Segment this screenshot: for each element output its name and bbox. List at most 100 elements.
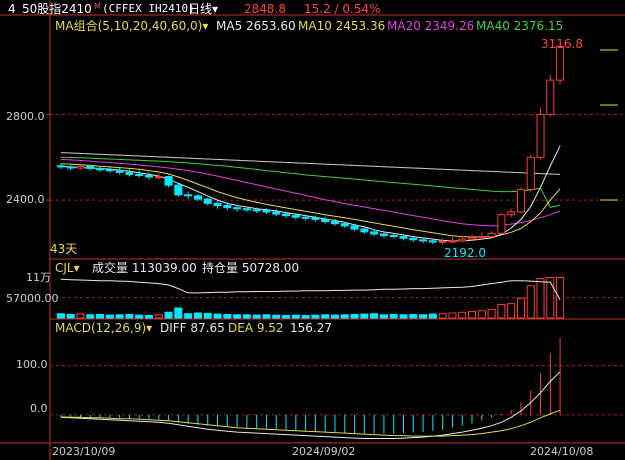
volume-bar [233, 314, 242, 319]
candle-body [389, 235, 398, 238]
macd-dropdown-icon: ▾ [146, 321, 153, 335]
date-axis-label-mid: 2024/09/02 [292, 445, 356, 458]
volume-bar [438, 313, 447, 319]
volume-bar [467, 311, 477, 319]
candle-body [301, 216, 310, 219]
date-axis-label-end: 2024/10/08 [530, 445, 594, 458]
volume-bar [184, 313, 193, 319]
candle-body [282, 213, 291, 217]
volume-bar [282, 314, 291, 319]
period-dropdown-icon: ▾ [212, 2, 219, 16]
volume-bar [66, 313, 75, 319]
candle-body [86, 165, 95, 169]
macd-diff-line [60, 371, 561, 439]
chart-canvas[interactable] [0, 0, 625, 460]
candle-body [360, 228, 369, 233]
macd-hist-value: 156.27 [290, 321, 332, 335]
volume-bar [86, 314, 95, 319]
candle-body [321, 218, 330, 223]
macd-indicator-title: MACD(12,26,9) [55, 321, 147, 335]
volume-bar [350, 313, 359, 319]
volume-bar [56, 313, 65, 319]
candle-body [144, 175, 154, 178]
candle-body [340, 223, 349, 227]
volume-value: 成交量 113039.00 [92, 261, 197, 275]
candle-body [105, 169, 114, 172]
futures-chart-window: 4 50股指2410 M (CFFEX IH2410) 日线▾ 2848.8 1… [0, 0, 625, 460]
candle-body [526, 156, 535, 190]
candle-body [448, 240, 457, 243]
candle-body [252, 209, 261, 212]
candle-body [233, 207, 242, 210]
candle-body [458, 238, 467, 242]
macd-axis-label-100: 100.0 [16, 358, 48, 371]
ma20-value: MA20 2349.26 [387, 19, 475, 33]
volume-indicator-selector[interactable]: CJL▾ [55, 261, 80, 275]
volume-bar [144, 314, 154, 319]
candle-body [370, 231, 379, 235]
candle-body [213, 202, 222, 207]
macd-dea-line [60, 409, 561, 437]
volume-bar [213, 313, 222, 319]
candle-body [164, 176, 173, 186]
volume-bar [487, 308, 496, 319]
volume-bar [419, 314, 428, 319]
candle-body [96, 167, 105, 171]
candle-body [536, 113, 545, 158]
instrument-name[interactable]: 50股指2410 [22, 2, 92, 16]
volume-bar [458, 311, 467, 319]
volume-axis-top: 11万 [26, 271, 51, 284]
volume-indicator-title: CJL [55, 261, 74, 275]
macd-indicator-selector[interactable]: MACD(12,26,9)▾ [55, 321, 152, 335]
candle-body [223, 205, 232, 209]
last-price: 2848.8 [244, 2, 286, 16]
price-axis-label-2800: 2800.0 [6, 110, 45, 123]
ma-indicator-selector[interactable]: MA组合(5,10,20,40,60,0)▾ [55, 19, 208, 33]
open-interest-value: 持仓量 50728.00 [202, 261, 300, 275]
volume-bar [477, 310, 486, 319]
volume-bar [105, 314, 114, 319]
candle-body [272, 211, 281, 215]
volume-bar [497, 303, 506, 319]
candle-body [477, 236, 486, 239]
volume-bar [242, 314, 251, 319]
volume-bar [526, 285, 535, 319]
macd-diff-value: DIFF 87.65 [160, 321, 225, 335]
candle-body [507, 211, 516, 216]
volume-bar [262, 314, 271, 319]
macd-axis-label-0: 0.0 [30, 402, 48, 415]
volume-bar [330, 314, 339, 319]
ma10-value: MA10 2453.36 [298, 19, 386, 33]
volume-bar [556, 276, 565, 319]
candle-body [546, 79, 555, 115]
macd-dea-value: DEA 9.52 [228, 321, 284, 335]
candle-body [291, 215, 300, 218]
price-axis-label-2400: 2400.0 [6, 193, 45, 206]
volume-bar [389, 313, 398, 319]
candle-body [350, 225, 359, 230]
candle-body [311, 217, 320, 220]
candle-body [467, 237, 477, 240]
volume-bar [507, 303, 516, 319]
volume-bar [301, 314, 310, 319]
candle-body [419, 239, 428, 242]
candle-body [379, 233, 388, 236]
candle-body [125, 171, 134, 175]
candle-body [399, 236, 408, 239]
period-selector[interactable]: 日线▾ [188, 2, 218, 16]
candle-body [193, 195, 202, 200]
candle-body [66, 166, 75, 169]
volume-bar [125, 313, 134, 319]
volume-dropdown-icon: ▾ [73, 261, 80, 275]
main-contract-badge: M [94, 2, 101, 11]
volume-bar [96, 313, 105, 319]
volume-bar [536, 278, 545, 319]
volume-bar [516, 297, 525, 319]
volume-bar [223, 313, 232, 319]
volume-bar [321, 314, 330, 319]
ma-dropdown-icon: ▾ [202, 19, 209, 33]
candle-body [174, 184, 183, 196]
volume-bar [311, 314, 320, 319]
candle-body [556, 46, 565, 81]
volume-bar [409, 313, 418, 319]
